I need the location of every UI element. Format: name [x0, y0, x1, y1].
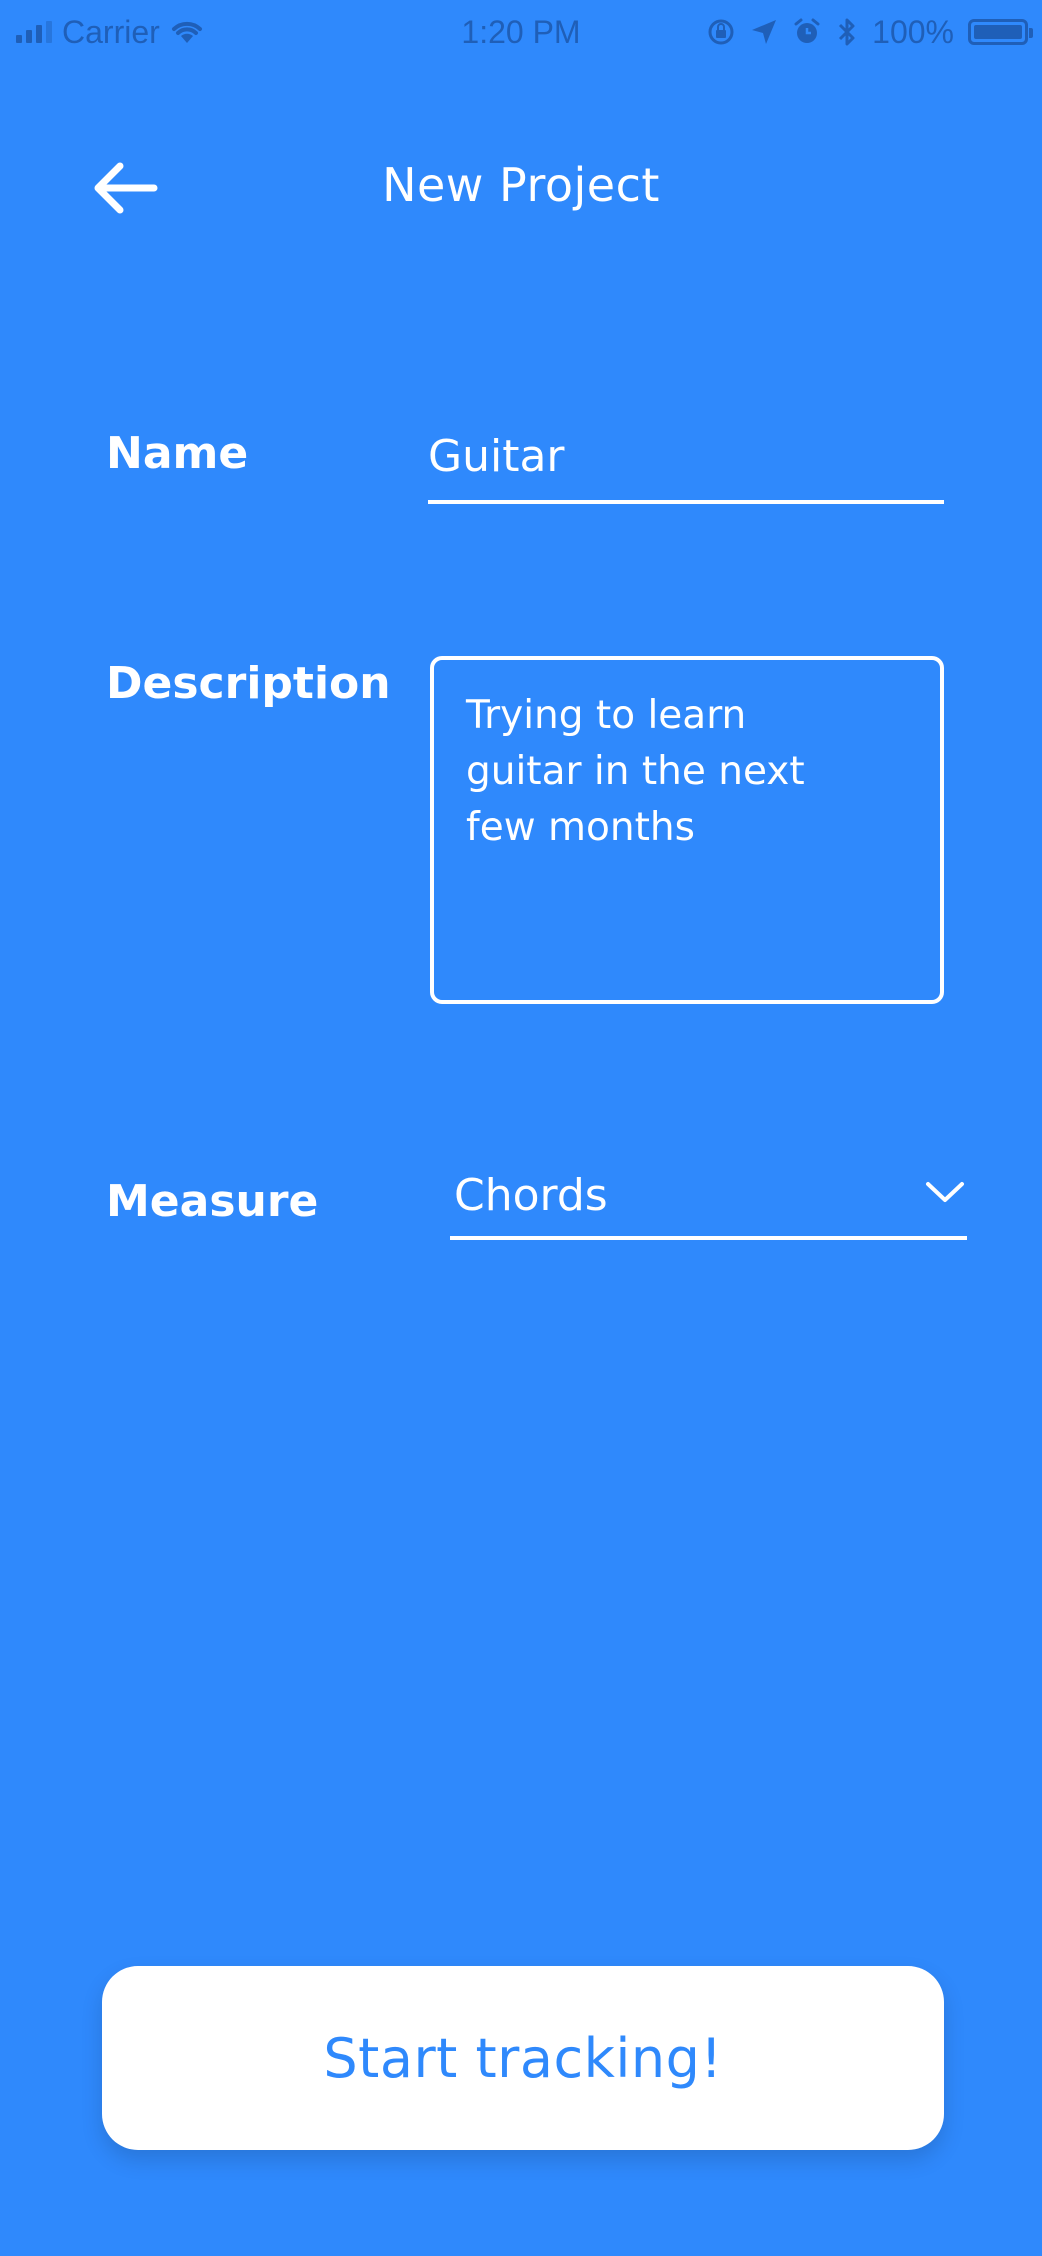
battery-icon — [968, 19, 1033, 45]
page-title: New Project — [382, 158, 660, 212]
battery-percent: 100% — [872, 13, 954, 50]
start-tracking-label: Start tracking! — [323, 2026, 723, 2090]
chevron-down-icon — [926, 1182, 964, 1202]
measure-dropdown[interactable]: Chords — [450, 1160, 967, 1240]
alarm-icon — [794, 18, 820, 43]
measure-label: Measure — [106, 1176, 319, 1227]
description-text: Trying to learn guitar in the next few m… — [466, 693, 805, 850]
name-label: Name — [106, 428, 249, 479]
orientation-lock-icon — [708, 19, 734, 45]
start-tracking-button[interactable]: Start tracking! — [102, 1966, 944, 2150]
description-label: Description — [106, 658, 391, 709]
location-icon — [752, 20, 777, 44]
measure-selected-value: Chords — [454, 1170, 608, 1221]
status-bar: Carrier 1:20 PM 100% — [0, 0, 1042, 66]
bluetooth-icon — [839, 18, 855, 46]
name-input[interactable] — [428, 420, 944, 504]
status-right: 100% — [706, 12, 1033, 52]
description-textarea[interactable]: Trying to learn guitar in the next few m… — [430, 656, 944, 1004]
